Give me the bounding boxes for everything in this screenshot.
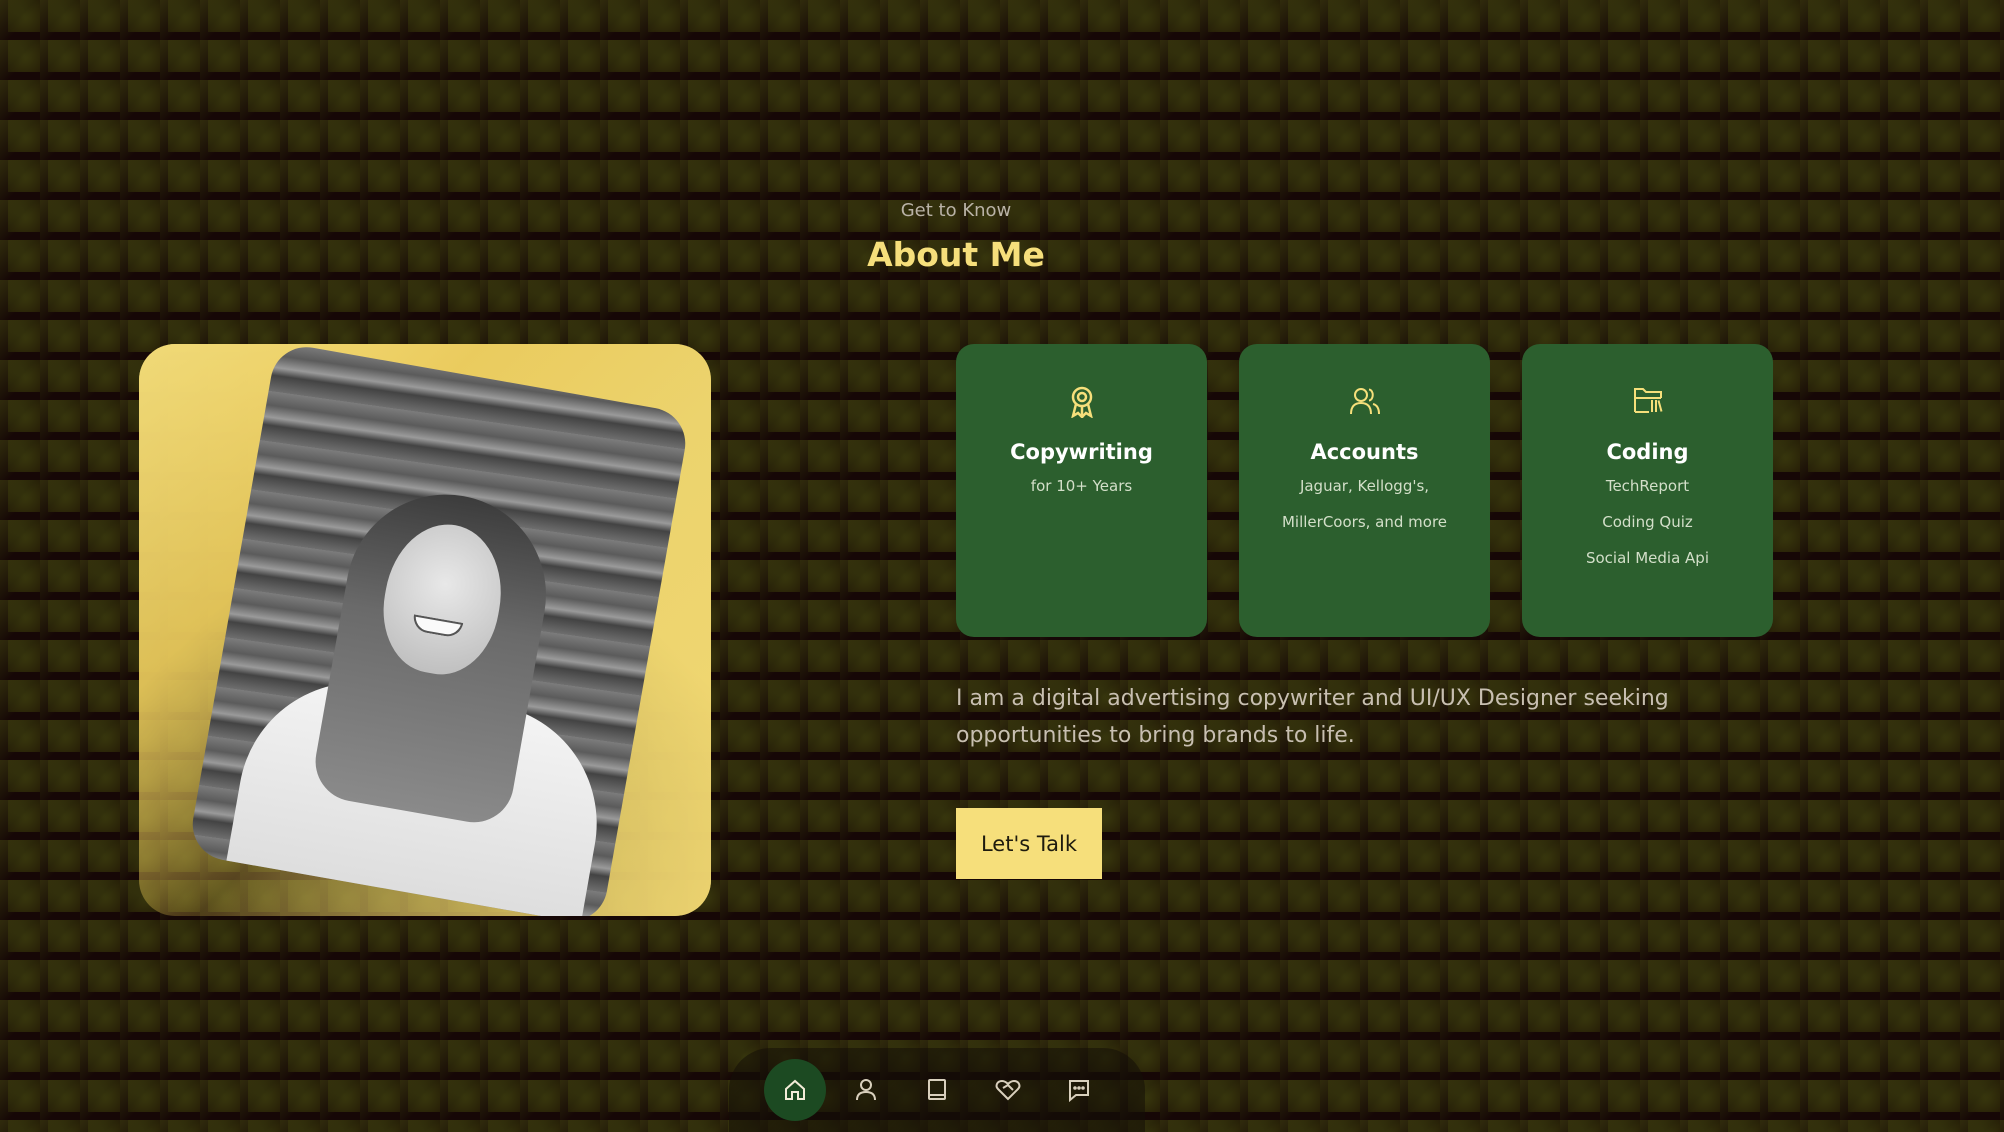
section-header: Get to Know About Me bbox=[0, 200, 1912, 274]
card-title: Coding bbox=[1606, 440, 1689, 464]
profile-photo-frame bbox=[139, 344, 711, 916]
card-detail: Jaguar, Kellogg's, bbox=[1299, 477, 1430, 495]
about-cards: Copywriting for 10+ Years Accounts Jagua… bbox=[956, 344, 1773, 637]
folder-library-icon bbox=[1522, 386, 1773, 420]
card-detail: MillerCoors, and more bbox=[1281, 513, 1448, 531]
card-detail: for 10+ Years bbox=[1030, 477, 1133, 495]
message-icon bbox=[1067, 1078, 1091, 1102]
about-description: I am a digital advertising copywriter an… bbox=[956, 686, 1669, 748]
section-title: About Me bbox=[867, 235, 1045, 274]
card-copywriting: Copywriting for 10+ Years bbox=[956, 344, 1207, 637]
card-title: Copywriting bbox=[1010, 440, 1153, 464]
lets-talk-button[interactable]: Let's Talk bbox=[956, 808, 1102, 879]
nav-contact[interactable] bbox=[1048, 1059, 1110, 1121]
card-coding: Coding TechReport Coding Quiz Social Med… bbox=[1522, 344, 1773, 637]
card-detail: Coding Quiz bbox=[1602, 513, 1693, 531]
card-title: Accounts bbox=[1310, 440, 1419, 464]
card-detail: Social Media Api bbox=[1585, 549, 1709, 567]
award-icon bbox=[956, 386, 1207, 420]
book-icon bbox=[926, 1078, 948, 1102]
handshake-heart-icon bbox=[995, 1079, 1021, 1101]
nav-experience[interactable] bbox=[906, 1059, 968, 1121]
home-icon bbox=[783, 1078, 807, 1102]
nav-services[interactable] bbox=[977, 1059, 1039, 1121]
section-subtitle: Get to Know bbox=[900, 200, 1012, 221]
nav-about[interactable] bbox=[835, 1059, 897, 1121]
users-icon bbox=[1239, 386, 1490, 420]
nav-home[interactable] bbox=[763, 1059, 826, 1121]
user-icon bbox=[855, 1078, 877, 1102]
card-detail: TechReport bbox=[1605, 477, 1690, 495]
card-accounts: Accounts Jaguar, Kellogg's, MillerCoors,… bbox=[1239, 344, 1490, 637]
profile-photo bbox=[187, 344, 691, 916]
bottom-nav bbox=[729, 1048, 1145, 1132]
